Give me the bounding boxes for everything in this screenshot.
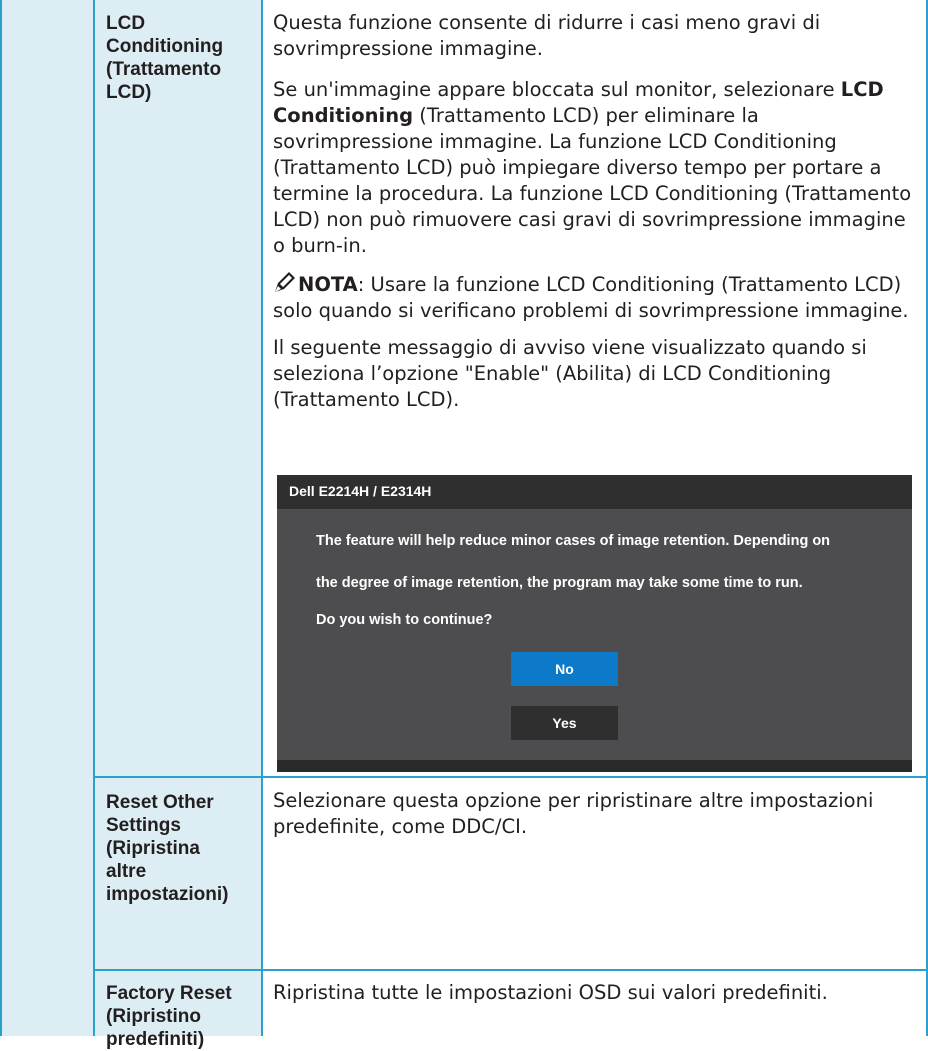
explanation-prefix: Se un'immagine appare bloccata sul monit… (273, 78, 841, 101)
label-line: LCD) (106, 82, 152, 103)
row-label-lcd-conditioning: LCD Conditioning (Trattamento LCD) (106, 12, 256, 104)
note-paragraph: NOTA: Usare la funzione LCD Conditioning… (273, 270, 917, 324)
note-text: : Usare la funzione LCD Conditioning (Tr… (273, 273, 909, 322)
osd-message-line: Do you wish to continue? (316, 612, 493, 628)
label-line: Conditioning (106, 36, 224, 57)
row-label-reset-other-settings: Reset Other Settings (Ripristina altre i… (106, 791, 256, 906)
label-line: altre (106, 861, 147, 882)
row-description-factory-reset: Ripristina tutte le impostazioni OSD sui… (273, 981, 828, 1004)
osd-message-line: The feature will help reduce minor cases… (316, 533, 831, 549)
osd-warning-dialog: Dell E2214H / E2314H The feature will he… (277, 475, 912, 772)
label-line: Settings (106, 815, 181, 836)
intro-paragraph: Questa funzione consente di ridurre i ca… (273, 11, 821, 60)
osd-header: Dell E2214H / E2314H (277, 475, 912, 509)
pencil-note-icon (273, 270, 297, 294)
row-divider (93, 776, 928, 778)
yes-button[interactable]: Yes (511, 706, 618, 740)
osd-footer-bar (277, 760, 912, 772)
label-line: Reset Other (106, 792, 214, 813)
note-label: NOTA (298, 273, 358, 296)
warning-intro-paragraph: Il seguente messaggio di avviso viene vi… (273, 336, 867, 411)
label-line: (Trattamento (106, 59, 222, 80)
table-border (261, 0, 263, 1036)
label-line: Factory Reset (106, 983, 232, 1004)
left-margin-column (0, 0, 94, 1036)
label-line: predefiniti) (106, 1029, 205, 1050)
row-description-lcd-conditioning: Questa funzione consente di ridurre i ca… (273, 10, 917, 413)
no-button[interactable]: No (511, 652, 618, 686)
manual-page: LCD Conditioning (Trattamento LCD) Quest… (0, 0, 928, 1050)
label-line: impostazioni) (106, 884, 229, 905)
explanation-paragraph: Se un'immagine appare bloccata sul monit… (273, 77, 917, 259)
table-border (93, 0, 95, 1036)
label-line: LCD (106, 13, 146, 34)
label-line: (Ripristino (106, 1006, 201, 1027)
table-border (0, 0, 2, 1036)
label-line: (Ripristina (106, 838, 200, 859)
row-divider (93, 969, 928, 971)
row-description-reset-other-settings: Selezionare questa opzione per ripristin… (273, 789, 874, 838)
row-label-factory-reset: Factory Reset (Ripristino predefiniti) (106, 982, 256, 1051)
osd-message-line: the degree of image retention, the progr… (316, 575, 803, 591)
osd-title: Dell E2214H / E2314H (289, 483, 432, 499)
